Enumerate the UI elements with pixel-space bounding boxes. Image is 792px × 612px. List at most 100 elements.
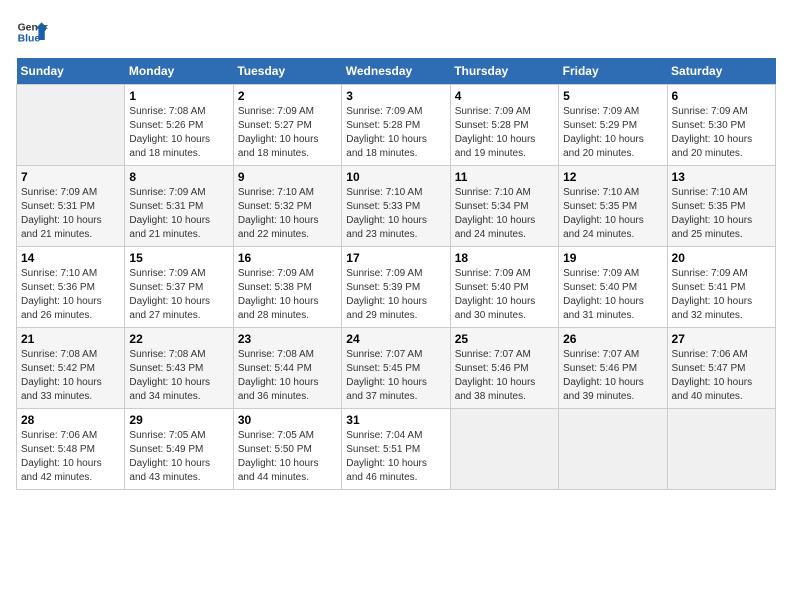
day-info: Sunrise: 7:09 AMSunset: 5:38 PMDaylight:… <box>238 267 337 323</box>
day-info: Sunrise: 7:10 AMSunset: 5:34 PMDaylight:… <box>455 186 554 242</box>
day-info: Sunrise: 7:09 AMSunset: 5:40 PMDaylight:… <box>563 267 662 323</box>
day-number: 7 <box>21 170 120 184</box>
day-info: Sunrise: 7:07 AMSunset: 5:46 PMDaylight:… <box>455 348 554 404</box>
header-cell-friday: Friday <box>559 58 667 85</box>
day-number: 3 <box>346 89 445 103</box>
day-cell: 27 Sunrise: 7:06 AMSunset: 5:47 PMDayligh… <box>667 328 775 409</box>
day-cell: 22 Sunrise: 7:08 AMSunset: 5:43 PMDayligh… <box>125 328 233 409</box>
day-number: 5 <box>563 89 662 103</box>
day-info: Sunrise: 7:08 AMSunset: 5:26 PMDaylight:… <box>129 105 228 161</box>
day-cell: 4 Sunrise: 7:09 AMSunset: 5:28 PMDaylight… <box>450 85 558 166</box>
day-number: 24 <box>346 332 445 346</box>
day-cell: 23Sunrise: 7:08 AMSunset: 5:44 PMDayligh… <box>233 328 341 409</box>
day-info: Sunrise: 7:04 AMSunset: 5:51 PMDaylight:… <box>346 429 445 485</box>
day-info: Sunrise: 7:08 AMSunset: 5:42 PMDaylight:… <box>21 348 120 404</box>
week-row-3: 14Sunrise: 7:10 AMSunset: 5:36 PMDayligh… <box>17 247 776 328</box>
day-number: 10 <box>346 170 445 184</box>
header: General Blue <box>16 16 776 48</box>
svg-text:Blue: Blue <box>18 34 41 45</box>
day-info: Sunrise: 7:09 AMSunset: 5:31 PMDaylight:… <box>129 186 228 242</box>
day-info: Sunrise: 7:10 AMSunset: 5:36 PMDaylight:… <box>21 267 120 323</box>
day-number: 29 <box>129 413 228 427</box>
day-cell: 14Sunrise: 7:10 AMSunset: 5:36 PMDayligh… <box>17 247 125 328</box>
calendar-table: SundayMondayTuesdayWednesdayThursdayFrid… <box>16 58 776 490</box>
day-cell: 3 Sunrise: 7:09 AMSunset: 5:28 PMDaylight… <box>342 85 450 166</box>
week-row-1: 1 Sunrise: 7:08 AMSunset: 5:26 PMDaylight… <box>17 85 776 166</box>
day-number: 20 <box>672 251 771 265</box>
day-info: Sunrise: 7:09 AMSunset: 5:41 PMDaylight:… <box>672 267 771 323</box>
day-cell: 29Sunrise: 7:05 AMSunset: 5:49 PMDayligh… <box>125 409 233 490</box>
day-info: Sunrise: 7:10 AMSunset: 5:33 PMDaylight:… <box>346 186 445 242</box>
day-info: Sunrise: 7:09 AMSunset: 5:27 PMDaylight:… <box>238 105 337 161</box>
day-cell: 12 Sunrise: 7:10 AMSunset: 5:35 PMDayligh… <box>559 166 667 247</box>
day-number: 9 <box>238 170 337 184</box>
page-container: General Blue SundayMondayTuesdayWednesda… <box>0 0 792 500</box>
day-info: Sunrise: 7:07 AMSunset: 5:46 PMDaylight:… <box>563 348 662 404</box>
day-cell: 24 Sunrise: 7:07 AMSunset: 5:45 PMDayligh… <box>342 328 450 409</box>
day-info: Sunrise: 7:09 AMSunset: 5:30 PMDaylight:… <box>672 105 771 161</box>
day-number: 18 <box>455 251 554 265</box>
header-cell-monday: Monday <box>125 58 233 85</box>
day-number: 13 <box>672 170 771 184</box>
day-number: 16 <box>238 251 337 265</box>
day-cell: 26 Sunrise: 7:07 AMSunset: 5:46 PMDayligh… <box>559 328 667 409</box>
day-cell <box>559 409 667 490</box>
day-cell <box>450 409 558 490</box>
day-number: 23 <box>238 332 337 346</box>
day-cell: 11 Sunrise: 7:10 AMSunset: 5:34 PMDayligh… <box>450 166 558 247</box>
day-info: Sunrise: 7:10 AMSunset: 5:35 PMDaylight:… <box>563 186 662 242</box>
day-cell <box>17 85 125 166</box>
day-cell <box>667 409 775 490</box>
day-number: 15 <box>129 251 228 265</box>
day-number: 4 <box>455 89 554 103</box>
day-cell: 13 Sunrise: 7:10 AMSunset: 5:35 PMDayligh… <box>667 166 775 247</box>
day-number: 6 <box>672 89 771 103</box>
day-info: Sunrise: 7:10 AMSunset: 5:32 PMDaylight:… <box>238 186 337 242</box>
day-cell: 16 Sunrise: 7:09 AMSunset: 5:38 PMDayligh… <box>233 247 341 328</box>
week-row-5: 28 Sunrise: 7:06 AMSunset: 5:48 PMDayligh… <box>17 409 776 490</box>
day-cell: 31Sunrise: 7:04 AMSunset: 5:51 PMDayligh… <box>342 409 450 490</box>
day-number: 30 <box>238 413 337 427</box>
day-number: 12 <box>563 170 662 184</box>
day-cell: 19 Sunrise: 7:09 AMSunset: 5:40 PMDayligh… <box>559 247 667 328</box>
day-number: 11 <box>455 170 554 184</box>
day-info: Sunrise: 7:08 AMSunset: 5:43 PMDaylight:… <box>129 348 228 404</box>
day-cell: 20 Sunrise: 7:09 AMSunset: 5:41 PMDayligh… <box>667 247 775 328</box>
day-info: Sunrise: 7:09 AMSunset: 5:37 PMDaylight:… <box>129 267 228 323</box>
day-info: Sunrise: 7:05 AMSunset: 5:50 PMDaylight:… <box>238 429 337 485</box>
day-info: Sunrise: 7:09 AMSunset: 5:28 PMDaylight:… <box>455 105 554 161</box>
day-info: Sunrise: 7:07 AMSunset: 5:45 PMDaylight:… <box>346 348 445 404</box>
week-row-4: 21 Sunrise: 7:08 AMSunset: 5:42 PMDayligh… <box>17 328 776 409</box>
day-cell: 28 Sunrise: 7:06 AMSunset: 5:48 PMDayligh… <box>17 409 125 490</box>
day-cell: 1 Sunrise: 7:08 AMSunset: 5:26 PMDaylight… <box>125 85 233 166</box>
day-info: Sunrise: 7:09 AMSunset: 5:29 PMDaylight:… <box>563 105 662 161</box>
day-number: 22 <box>129 332 228 346</box>
day-info: Sunrise: 7:09 AMSunset: 5:40 PMDaylight:… <box>455 267 554 323</box>
day-info: Sunrise: 7:09 AMSunset: 5:28 PMDaylight:… <box>346 105 445 161</box>
day-cell: 7Sunrise: 7:09 AMSunset: 5:31 PMDaylight… <box>17 166 125 247</box>
day-number: 8 <box>129 170 228 184</box>
day-info: Sunrise: 7:06 AMSunset: 5:48 PMDaylight:… <box>21 429 120 485</box>
day-cell: 17 Sunrise: 7:09 AMSunset: 5:39 PMDayligh… <box>342 247 450 328</box>
day-cell: 25Sunrise: 7:07 AMSunset: 5:46 PMDayligh… <box>450 328 558 409</box>
day-number: 26 <box>563 332 662 346</box>
header-cell-sunday: Sunday <box>17 58 125 85</box>
header-cell-tuesday: Tuesday <box>233 58 341 85</box>
day-cell: 2Sunrise: 7:09 AMSunset: 5:27 PMDaylight… <box>233 85 341 166</box>
day-number: 19 <box>563 251 662 265</box>
day-cell: 5 Sunrise: 7:09 AMSunset: 5:29 PMDaylight… <box>559 85 667 166</box>
day-number: 1 <box>129 89 228 103</box>
day-cell: 6 Sunrise: 7:09 AMSunset: 5:30 PMDaylight… <box>667 85 775 166</box>
day-info: Sunrise: 7:09 AMSunset: 5:39 PMDaylight:… <box>346 267 445 323</box>
day-number: 17 <box>346 251 445 265</box>
day-number: 28 <box>21 413 120 427</box>
day-cell: 10 Sunrise: 7:10 AMSunset: 5:33 PMDayligh… <box>342 166 450 247</box>
day-cell: 8 Sunrise: 7:09 AMSunset: 5:31 PMDaylight… <box>125 166 233 247</box>
header-cell-thursday: Thursday <box>450 58 558 85</box>
day-info: Sunrise: 7:10 AMSunset: 5:35 PMDaylight:… <box>672 186 771 242</box>
day-info: Sunrise: 7:06 AMSunset: 5:47 PMDaylight:… <box>672 348 771 404</box>
day-number: 27 <box>672 332 771 346</box>
week-row-2: 7 Sunrise: 7:09 AMSunset: 5:31 PMDaylight… <box>17 166 776 247</box>
header-cell-saturday: Saturday <box>667 58 775 85</box>
day-number: 21 <box>21 332 120 346</box>
